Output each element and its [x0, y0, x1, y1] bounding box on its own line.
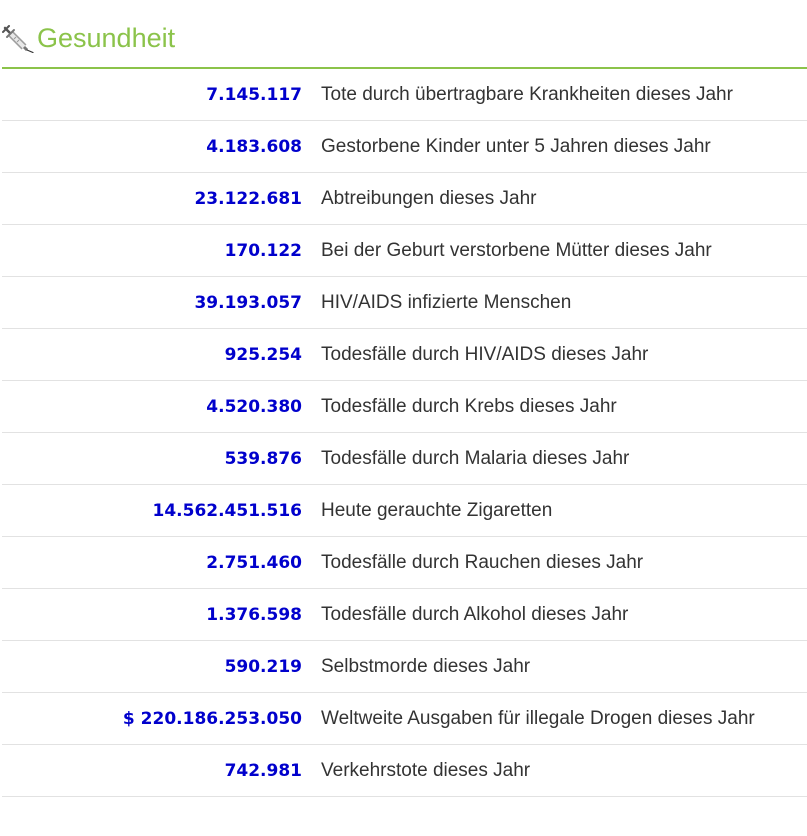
stat-value: 23.122.681: [194, 189, 302, 209]
stat-value: 2.751.460: [206, 553, 302, 573]
stat-label: Todesfälle durch HIV/AIDS dieses Jahr: [321, 344, 649, 365]
stat-row: 2.751.460 Todesfälle durch Rauchen dieses…: [2, 537, 807, 589]
stat-label: Todesfälle durch Rauchen dieses Jahr: [321, 552, 644, 573]
stat-value: 742.981: [224, 761, 302, 781]
stat-value: 39.193.057: [194, 293, 302, 313]
stat-label: Bei der Geburt verstorbene Mütter dieses…: [321, 240, 712, 261]
stat-row: $ 220.186.253.050 Weltweite Ausgaben für …: [2, 693, 807, 745]
stat-row: 4.520.380 Todesfälle durch Krebs dieses J…: [2, 381, 807, 433]
stat-row: 742.981 Verkehrstote dieses Jahr: [2, 745, 807, 797]
stat-row: 539.876 Todesfälle durch Malaria dieses J…: [2, 433, 807, 485]
stat-row: 39.193.057 HIV/AIDS infizierte Menschen: [2, 277, 807, 329]
stat-row: 170.122 Bei der Geburt verstorbene Mütter…: [2, 225, 807, 277]
stat-value: 4.183.608: [206, 137, 302, 157]
stat-label: Todesfälle durch Alkohol dieses Jahr: [321, 604, 629, 625]
stats-list: 7.145.117 Tote durch übertragbare Krankhe…: [2, 69, 807, 797]
stat-label: Heute gerauchte Zigaretten: [321, 500, 553, 521]
syringe-icon: [2, 25, 34, 54]
stat-value: 539.876: [224, 449, 302, 469]
stat-row: 7.145.117 Tote durch übertragbare Krankhe…: [2, 69, 807, 121]
stat-value: 925.254: [224, 345, 302, 365]
stat-value: $ 220.186.253.050: [122, 709, 302, 729]
stat-label: Gestorbene Kinder unter 5 Jahren dieses …: [321, 136, 711, 157]
stat-value: 170.122: [224, 241, 302, 261]
stat-value: 14.562.451.516: [152, 501, 303, 521]
stat-value: 1.376.598: [206, 605, 302, 625]
stat-label: Weltweite Ausgaben für illegale Drogen d…: [321, 708, 755, 729]
stat-row: 1.376.598 Todesfälle durch Alkohol dieses…: [2, 589, 807, 641]
section-title: Gesundheit: [37, 23, 176, 53]
stat-row: 14.562.451.516 Heute gerauchte Zigaretten: [2, 485, 807, 537]
stat-label: Todesfälle durch Malaria dieses Jahr: [321, 448, 630, 469]
stat-label: Tote durch übertragbare Krankheiten dies…: [321, 84, 733, 105]
health-section: Gesundheit 7.145.117 Tote durch übertragb…: [2, 0, 807, 797]
stat-label: Todesfälle durch Krebs dieses Jahr: [321, 396, 617, 417]
stat-label: HIV/AIDS infizierte Menschen: [321, 292, 572, 313]
stat-row: 23.122.681 Abtreibungen dieses Jahr: [2, 173, 807, 225]
stat-label: Selbstmorde dieses Jahr: [321, 656, 531, 677]
stat-label: Abtreibungen dieses Jahr: [321, 188, 537, 209]
stat-value: 4.520.380: [206, 397, 302, 417]
stat-value: 7.145.117: [206, 85, 302, 105]
stat-row: 590.219 Selbstmorde dieses Jahr: [2, 641, 807, 693]
stat-row: 4.183.608 Gestorbene Kinder unter 5 Jahre…: [2, 121, 807, 173]
section-header: Gesundheit: [2, 0, 807, 69]
stat-row: 925.254 Todesfälle durch HIV/AIDS dieses …: [2, 329, 807, 381]
stat-value: 590.219: [224, 657, 302, 677]
stat-label: Verkehrstote dieses Jahr: [321, 760, 531, 781]
